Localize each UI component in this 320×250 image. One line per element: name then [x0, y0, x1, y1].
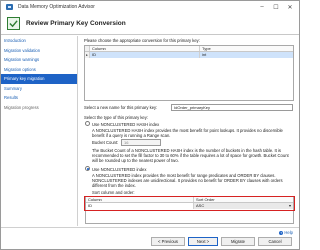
nonclustered-index-description: A NONCLUSTERED index provides the most b…	[92, 173, 283, 188]
table-row[interactable]: ▸ ID int	[85, 52, 293, 58]
sidebar-nav: Introduction Migration validation Migrat…	[1, 36, 78, 226]
migrate-button[interactable]: Migrate	[221, 237, 255, 246]
window-controls: – ☐ ✕	[255, 1, 297, 13]
sidebar-item-results[interactable]: Results	[1, 93, 77, 103]
choose-label: Please choose the appropriate conversion…	[84, 38, 200, 43]
column-header[interactable]: Column	[90, 46, 200, 51]
sidebar-item-migration-options[interactable]: Migration options	[1, 65, 77, 75]
advisor-window: Data Memory Optimization Advisor – ☐ ✕ R…	[0, 0, 300, 250]
sort-order-label: Sort column and order:	[92, 190, 135, 195]
sidebar-item-summary[interactable]: Summary	[1, 84, 77, 94]
bucket-count-input[interactable]: 16	[121, 138, 161, 146]
primary-key-grid[interactable]: Column Type ▸ ID int	[84, 45, 294, 101]
column-cell: ID	[90, 52, 200, 58]
hash-index-label[interactable]: Use NONCLUSTERED HASH index	[92, 122, 159, 127]
previous-button[interactable]: < Previous	[151, 237, 185, 246]
bucket-count-description: The Bucket Count of a NONCLUSTERED HASH …	[92, 148, 289, 163]
type-header[interactable]: Type	[200, 46, 293, 51]
cancel-button[interactable]: Cancel	[258, 237, 292, 246]
name-label: Select a new name for this primary key:	[84, 105, 158, 110]
next-button[interactable]: Next >	[188, 237, 218, 246]
wizard-icon	[7, 17, 20, 30]
page-title: Review Primary Key Conversion	[26, 20, 126, 27]
title-bar: Data Memory Optimization Advisor – ☐ ✕	[1, 1, 299, 13]
app-icon	[6, 4, 13, 10]
close-button[interactable]: ✕	[283, 1, 297, 13]
highlight-box	[84, 196, 295, 211]
type-label: Select the type of this primary key:	[84, 115, 149, 120]
sidebar-item-migration-validation[interactable]: Migration validation	[1, 46, 77, 56]
bucket-count-label: Bucket Count:	[92, 140, 119, 145]
sidebar-item-migration-progress: Migration progress	[4, 104, 39, 110]
hash-index-description: A NONCLUSTERED HASH index provides the m…	[92, 128, 283, 138]
sidebar-item-introduction[interactable]: Introduction	[1, 36, 77, 46]
primary-key-name-input[interactable]: IdOrder_primaryKey	[171, 103, 293, 111]
minimize-button[interactable]: –	[255, 1, 269, 13]
sidebar-item-migration-warnings[interactable]: Migration warnings	[1, 55, 77, 65]
wizard-footer: ? Help < Previous Next > Migrate Cancel	[1, 227, 299, 249]
hash-index-radio[interactable]	[85, 121, 90, 126]
main-panel: Please choose the appropriate conversion…	[81, 36, 297, 226]
sidebar-item-primary-key-migration[interactable]: Primary key migration	[1, 74, 77, 84]
type-cell: int	[200, 52, 293, 58]
nonclustered-index-label[interactable]: Use NONCLUSTERED index	[92, 167, 146, 172]
help-icon: ?	[279, 230, 284, 235]
window-title: Data Memory Optimization Advisor	[18, 4, 95, 10]
nonclustered-index-radio[interactable]	[85, 166, 90, 171]
help-link[interactable]: ? Help	[279, 230, 293, 235]
maximize-button[interactable]: ☐	[269, 1, 283, 13]
page-header: Review Primary Key Conversion	[1, 13, 299, 35]
help-label: Help	[284, 230, 293, 235]
